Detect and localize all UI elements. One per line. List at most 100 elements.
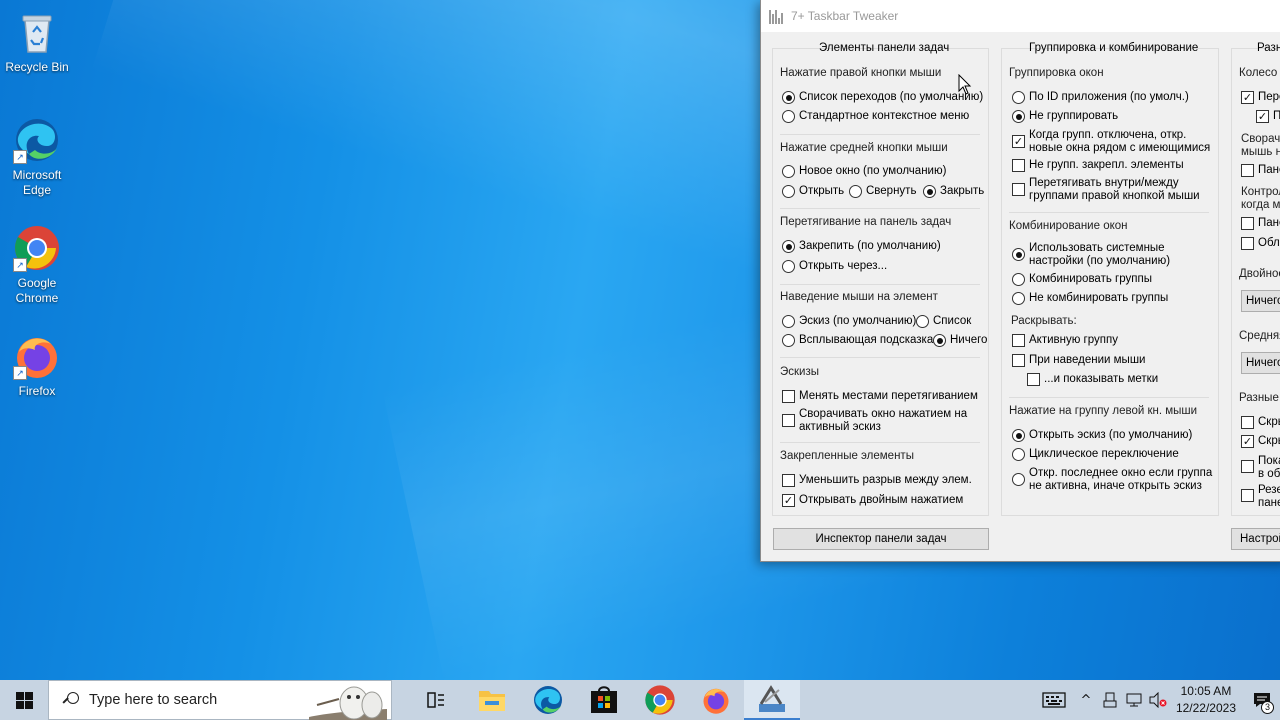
network-icon[interactable] [1122, 692, 1146, 708]
section-title: Колесо м [1239, 67, 1280, 79]
radio-list[interactable]: Список [916, 315, 971, 328]
radio-group-by-appid[interactable]: По ID приложения (по умолч.) [1012, 91, 1189, 104]
window-titlebar[interactable]: 7+ Taskbar Tweaker [761, 0, 1280, 32]
taskbar-tweaker-window: 7+ Taskbar Tweaker Элементы панели задач… [760, 0, 1280, 562]
notification-center-icon[interactable]: 3 [1244, 692, 1280, 714]
checkbox-show-labels[interactable]: ...и показывать метки [1027, 373, 1158, 386]
desktop-icon-recycle-bin[interactable]: Recycle Bin [2, 8, 72, 75]
checkbox-misc-3[interactable]: Покав обл [1241, 455, 1280, 481]
radio-open-with[interactable]: Открыть через... [782, 260, 887, 273]
checkbox-minimize-active-thumb[interactable]: Сворачивать окно нажатием на активный эск… [782, 408, 967, 434]
checkbox-open-double-click[interactable]: Открывать двойным нажатием [782, 494, 963, 507]
radio-open-last-window[interactable]: Откр. последнее окно если группа не актив… [1012, 467, 1212, 493]
checkbox-misc-4[interactable]: Резерпане [1241, 484, 1280, 510]
shortcut-arrow-icon: ↗ [13, 366, 27, 380]
search-highlight-owl-icon [309, 686, 387, 720]
search-icon [63, 692, 79, 708]
double-click-select[interactable]: Ничего [1241, 290, 1280, 312]
edge-taskbar-icon[interactable] [520, 680, 576, 720]
checkbox-open-near-existing[interactable]: Когда групп. отключена, откр.новые окна … [1012, 129, 1210, 155]
file-explorer-icon[interactable] [464, 680, 520, 720]
radio-context-menu[interactable]: Стандартное контекстное меню [782, 110, 969, 123]
checkbox-on-hover[interactable]: При наведении мыши [1012, 354, 1145, 367]
inspector-button[interactable]: Инспектор панели задач [773, 528, 989, 550]
section-title: Раскрывать: [1011, 315, 1077, 327]
start-button[interactable] [0, 680, 48, 720]
firefox-icon: ↗ [13, 332, 61, 380]
desktop-icon-label: Recycle Bin [5, 60, 69, 74]
taskbar-tweaker-taskbar-icon[interactable] [744, 680, 800, 720]
radio-system-settings[interactable]: Использовать системные настройки (по умол… [1012, 242, 1170, 268]
radio-jumplist[interactable]: Список переходов (по умолчанию) [782, 91, 983, 104]
desktop-icon-chrome[interactable]: ↗ Google Chrome [2, 224, 72, 306]
section-title: Нажатие на группу левой кн. мыши [1009, 405, 1198, 417]
group-header: Разн [1257, 42, 1280, 54]
checkbox-minimize-panel[interactable]: Пане [1241, 164, 1280, 177]
radio-tooltip[interactable]: Всплывающая подсказка [782, 334, 933, 347]
mouse-cursor-icon [958, 74, 972, 95]
checkbox-reorder-thumbs[interactable]: Менять местами перетягиванием [782, 390, 978, 403]
recycle-bin-icon [13, 8, 61, 56]
radio-combine-groups[interactable]: Комбинировать группы [1012, 273, 1152, 286]
chevron-up-icon[interactable]: ^ [1074, 693, 1098, 708]
window-title: 7+ Taskbar Tweaker [791, 9, 899, 23]
checkbox-misc-2[interactable]: Скры [1241, 435, 1280, 448]
radio-nothing[interactable]: Ничего [933, 334, 987, 347]
chrome-taskbar-icon[interactable] [632, 680, 688, 720]
checkbox-wheel-1[interactable]: Пере [1241, 91, 1280, 104]
section-title: Средняя [1239, 330, 1280, 342]
section-title: Нажатие правой кнопки мыши [780, 67, 942, 79]
radio-no-grouping[interactable]: Не группировать [1012, 110, 1118, 123]
group-header: Группировка и комбинирование [1029, 42, 1199, 54]
windows-logo-icon [15, 691, 33, 709]
chrome-icon: ↗ [13, 224, 61, 272]
section-title: Группировка окон [1009, 67, 1104, 79]
keyboard-icon[interactable] [1034, 692, 1074, 708]
search-box[interactable]: Type here to search [48, 680, 392, 720]
radio-no-combine[interactable]: Не комбинировать группы [1012, 292, 1168, 305]
notification-count-badge: 3 [1261, 701, 1274, 714]
section-title: Закрепленные элементы [780, 450, 914, 462]
radio-thumbnail[interactable]: Эскиз (по умолчанию) [782, 315, 916, 328]
divider [780, 442, 980, 443]
desktop-icon-edge[interactable]: ↗ Microsoft Edge [2, 116, 72, 198]
radio-cycle[interactable]: Циклическое переключение [1012, 448, 1179, 461]
task-view-icon[interactable] [408, 680, 464, 720]
desktop-icon-label: Microsoft Edge [12, 168, 62, 197]
radio-minimize[interactable]: Свернуть [849, 185, 916, 198]
checkbox-active-group[interactable]: Активную группу [1012, 334, 1118, 347]
section-title: Эскизы [780, 366, 820, 378]
search-placeholder: Type here to search [89, 692, 218, 708]
group-header: Элементы панели задач [819, 42, 950, 54]
usb-device-icon[interactable] [1098, 692, 1122, 708]
radio-new-window[interactable]: Новое окно (по умолчанию) [782, 165, 946, 178]
checkbox-right-drag-groups[interactable]: Перетягивать внутри/между группами правой… [1012, 177, 1200, 203]
app-icon [769, 8, 785, 24]
volume-muted-icon[interactable] [1146, 692, 1170, 708]
radio-open-thumbnail[interactable]: Открыть эскиз (по умолчанию) [1012, 429, 1192, 442]
radio-close[interactable]: Закрыть [923, 185, 984, 198]
radio-pin[interactable]: Закрепить (по умолчанию) [782, 240, 941, 253]
section-title: Разные [1239, 392, 1279, 404]
checkbox-no-group-pinned[interactable]: Не групп. закрепл. элементы [1012, 159, 1184, 172]
divider [1009, 212, 1209, 213]
store-icon[interactable] [576, 680, 632, 720]
checkbox-reduce-gap[interactable]: Уменьшить разрыв между элем. [782, 474, 972, 487]
middle-click-select[interactable]: Ничего [1241, 352, 1280, 374]
firefox-taskbar-icon[interactable] [688, 680, 744, 720]
section-title: Нажатие средней кнопки мыши [780, 142, 948, 154]
checkbox-control-panel[interactable]: Пане [1241, 217, 1280, 230]
edge-icon: ↗ [13, 116, 61, 164]
checkbox-control-area[interactable]: Обла [1241, 237, 1280, 250]
shortcut-arrow-icon: ↗ [13, 258, 27, 272]
radio-open[interactable]: Открыть [782, 185, 844, 198]
system-tray: ^ 10:05 AM 12/22/2023 3 [1034, 680, 1280, 720]
checkbox-wheel-2[interactable]: Пр [1256, 110, 1280, 123]
checkbox-misc-1[interactable]: Скры [1241, 416, 1280, 429]
shortcut-arrow-icon: ↗ [13, 150, 27, 164]
desktop-icon-firefox[interactable]: ↗ Firefox [2, 332, 72, 399]
section-title: Сворачмышь на [1241, 133, 1280, 158]
clock[interactable]: 10:05 AM 12/22/2023 [1176, 683, 1236, 717]
settings-button[interactable]: Настрой [1231, 528, 1280, 550]
section-title: Двойное [1239, 268, 1280, 280]
